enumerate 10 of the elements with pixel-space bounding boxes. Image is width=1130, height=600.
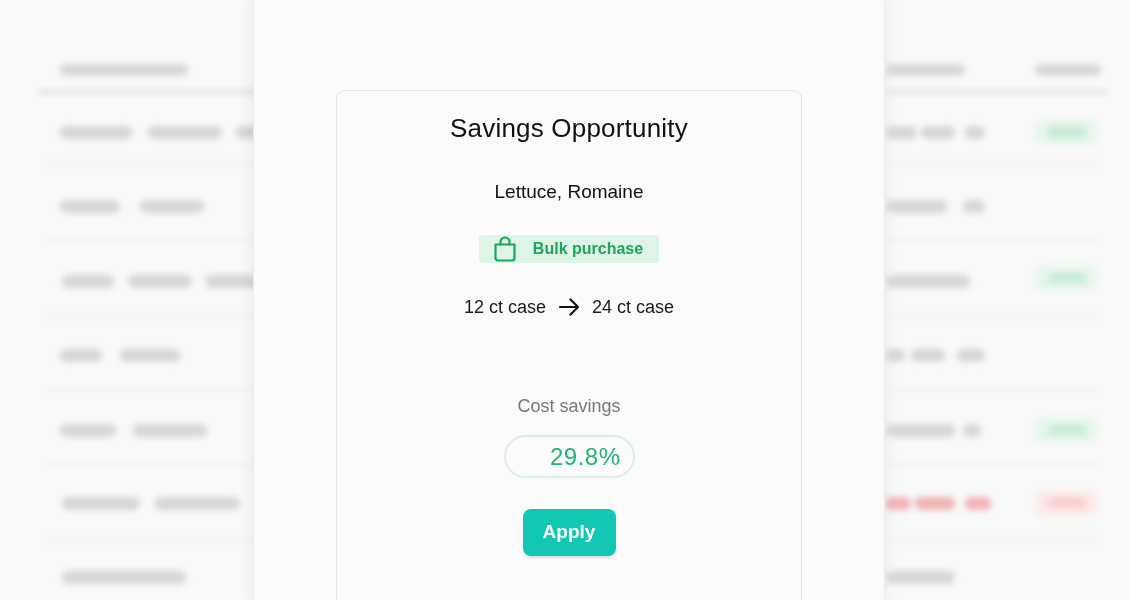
tag-label: Bulk purchase — [532, 239, 644, 259]
savings-percent: 29.8% — [503, 435, 635, 478]
current-size: 12 ct case — [463, 296, 546, 319]
item-name: Lettuce, Romaine — [494, 180, 644, 204]
card-title: Savings Opportunity — [450, 112, 688, 145]
arrow-right-icon — [558, 298, 580, 316]
savings-label: Cost savings — [517, 395, 621, 418]
new-size: 24 ct case — [592, 296, 675, 319]
apply-button[interactable]: Apply — [522, 509, 616, 556]
shopping-bag-icon — [492, 236, 517, 262]
